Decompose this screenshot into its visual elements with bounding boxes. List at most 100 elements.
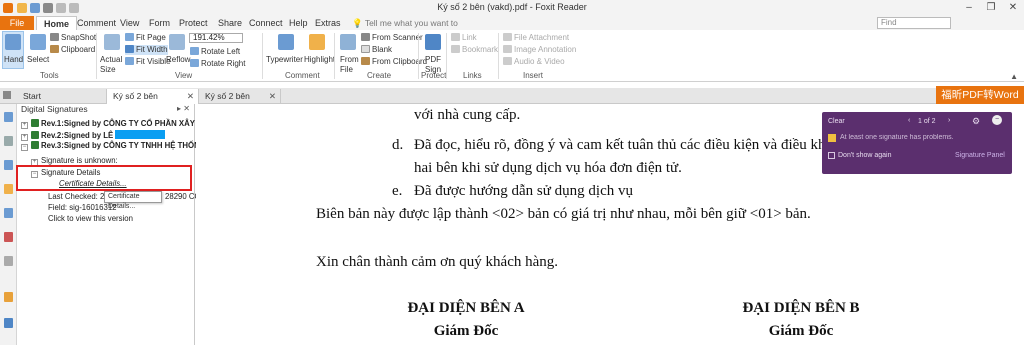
fit-visible-button[interactable]: Fit Visible [125, 57, 171, 67]
typewriter-label[interactable]: Typewriter [266, 55, 303, 65]
fit-width-button[interactable]: Fit Width [125, 45, 168, 55]
panel-controls[interactable]: ▸ ✕ [177, 104, 190, 113]
link-button[interactable]: Link [451, 33, 477, 43]
file-info-icon[interactable] [4, 232, 13, 242]
rev2-item[interactable]: + Rev.2:Signed by LÊ [21, 130, 166, 141]
clear-button[interactable]: Clear [828, 118, 845, 125]
rep-b-heading: ĐẠI DIỆN BÊN B [742, 300, 860, 316]
signature-unknown-label: Signature is unknown: [41, 156, 118, 165]
file-attachment-button[interactable]: File Attachment [503, 33, 569, 43]
select-icon[interactable] [30, 34, 46, 50]
reflow-label[interactable]: Reflow [166, 55, 190, 65]
director-b: Giám Đốc [768, 323, 834, 339]
lock-icon[interactable] [4, 292, 13, 302]
clipboard-button[interactable]: Clipboard [50, 45, 95, 55]
signature-icon [31, 141, 39, 149]
tab-protect[interactable]: Protect [172, 16, 215, 30]
reflow-icon[interactable] [169, 34, 185, 50]
fit-width-icon [125, 45, 134, 53]
attachments-icon[interactable] [4, 208, 13, 218]
dont-show-checkbox[interactable] [828, 152, 835, 159]
minimize-button[interactable]: – [960, 1, 978, 14]
from-file-label[interactable]: From File [340, 55, 359, 75]
highlight-label[interactable]: Highlight [304, 55, 335, 65]
fit-width-label: Fit Width [136, 45, 168, 54]
from-scanner-label: From Scanner [372, 33, 423, 42]
image-annotation-button[interactable]: Image Annotation [503, 45, 576, 55]
camera-icon [50, 33, 59, 41]
hand-label: Hand [4, 55, 24, 64]
select-label[interactable]: Select [27, 55, 49, 65]
click-to-view-label: Click to view this version [48, 214, 133, 223]
divider [418, 33, 419, 79]
doc-line: hai bên khi sử dụng dịch vụ hóa đơn điện… [414, 160, 682, 176]
dont-show-label[interactable]: Don't show again [838, 152, 891, 159]
actual-size-label[interactable]: Actual Size [100, 55, 122, 75]
panel-title: Digital Signatures [21, 104, 88, 114]
notes-icon[interactable] [4, 256, 13, 266]
expand-icon[interactable]: + [21, 122, 28, 129]
image-icon [503, 45, 512, 53]
from-scanner-button[interactable]: From Scanner [361, 33, 423, 43]
click-to-view-item[interactable]: Click to view this version [48, 214, 133, 223]
close-tab-icon[interactable]: ✕ [187, 89, 194, 103]
bookmark-icon [451, 45, 460, 53]
image-annotation-label: Image Annotation [514, 45, 577, 54]
from-file-icon[interactable] [340, 34, 356, 50]
file-attachment-label: File Attachment [514, 33, 570, 42]
insert-group-label: Insert [523, 71, 544, 80]
layers-icon[interactable] [4, 160, 13, 170]
zoom-select[interactable]: 191.42% [189, 33, 243, 43]
prev-icon[interactable]: ‹ [908, 117, 910, 124]
comments-icon[interactable] [4, 184, 13, 194]
tab-file[interactable]: File [0, 16, 34, 30]
pdf-sign-icon[interactable] [425, 34, 441, 50]
divider [446, 33, 447, 79]
close-button[interactable]: ✕ [1004, 1, 1022, 14]
doc-line: với nhà cung cấp. [414, 107, 521, 123]
hand-icon [5, 34, 21, 50]
collapse-ribbon-icon[interactable]: ▲ [1010, 72, 1018, 81]
tab-extras[interactable]: Extras [308, 16, 348, 30]
signature-panel-icon[interactable] [4, 318, 13, 328]
promo-banner[interactable]: 福昕PDF转Word [936, 86, 1024, 104]
redacted-name [115, 130, 166, 139]
actual-size-icon[interactable] [104, 34, 120, 50]
tab-start[interactable]: Start [17, 89, 107, 104]
tab-document-1[interactable]: Ký số 2 bên (vakd).pdf✕ [107, 89, 199, 115]
rotate-right-button[interactable]: Rotate Right [190, 59, 245, 69]
field-label: Field: sig-16016312 [48, 203, 117, 212]
view-group-label: View [175, 71, 193, 80]
audio-video-button[interactable]: Audio & Video [503, 57, 565, 67]
fit-page-button[interactable]: Fit Page [125, 33, 166, 43]
fit-page-icon [125, 33, 134, 41]
tab-document-2[interactable]: Ký số 2 bên (vakd).pd...✕ [199, 89, 281, 115]
rev3-item[interactable]: − Rev.3:Signed by CÔNG TY TNHH HỆ THỐNG T… [21, 141, 224, 151]
create-group-label: Create [367, 71, 392, 80]
snapshot-button[interactable]: SnapShot [50, 33, 96, 43]
find-input[interactable]: Find [877, 17, 951, 29]
tab-start-label: Start [23, 91, 41, 101]
certificate-tooltip: Certificate Details... [104, 191, 162, 210]
expand-icon[interactable]: + [21, 134, 28, 141]
bookmark-button[interactable]: Bookmark [451, 45, 498, 55]
restore-button[interactable]: ❐ [982, 1, 1000, 14]
collapse-icon[interactable]: − [21, 144, 28, 151]
close-icon[interactable]: − [992, 115, 1002, 125]
tell-me-search[interactable]: 💡 Tell me what you want to do... [352, 17, 472, 40]
signature-panel-link[interactable]: Signature Panel [955, 152, 1005, 159]
highlight-icon[interactable] [309, 34, 325, 50]
panel-toggle-icon[interactable] [3, 91, 11, 99]
rotate-left-button[interactable]: Rotate Left [190, 47, 240, 57]
links-group-label: Links [463, 71, 482, 80]
close-tab-icon[interactable]: ✕ [269, 89, 276, 103]
next-icon[interactable]: › [948, 117, 950, 124]
typewriter-icon[interactable] [278, 34, 294, 50]
bookmarks-icon[interactable] [4, 112, 13, 122]
rotate-left-icon [190, 47, 199, 55]
link-icon [451, 33, 460, 41]
gear-icon[interactable]: ⚙ [972, 116, 980, 127]
pages-icon[interactable] [4, 136, 13, 146]
blank-button[interactable]: Blank [361, 45, 392, 55]
paperclip-icon [503, 33, 512, 41]
